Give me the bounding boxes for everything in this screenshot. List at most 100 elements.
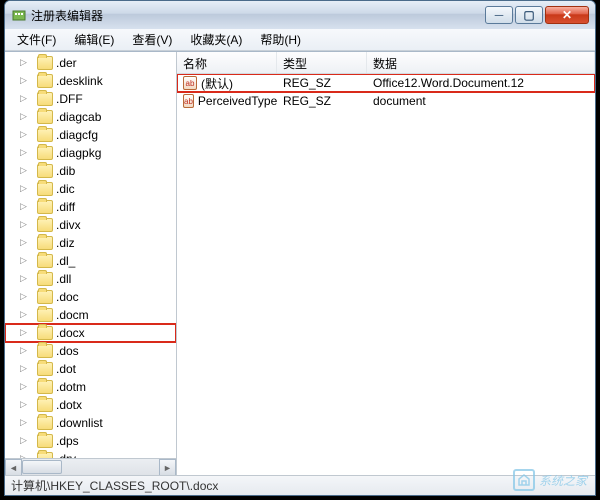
tree-item[interactable]: ▷.diff <box>5 198 176 216</box>
tree-item[interactable]: ▷ .docm <box>5 306 176 324</box>
expand-icon[interactable]: ▷ <box>20 219 32 231</box>
col-data[interactable]: 数据 <box>367 52 595 73</box>
expand-icon[interactable]: ▷ <box>20 57 32 69</box>
expand-icon[interactable]: ▷ <box>20 327 32 339</box>
expand-icon[interactable]: ▷ <box>20 381 32 393</box>
tree-item-label: .diagcfg <box>56 128 98 142</box>
expand-icon[interactable]: ▷ <box>20 75 32 87</box>
values-pane: 名称 类型 数据 ab(默认)REG_SZOffice12.Word.Docum… <box>177 52 595 475</box>
tree-item[interactable]: ▷.desklink <box>5 72 176 90</box>
status-bar: 计算机\HKEY_CLASSES_ROOT\.docx <box>5 475 595 495</box>
tree-item[interactable]: ▷.drv <box>5 450 176 458</box>
value-name: PerceivedType <box>198 94 277 108</box>
expand-icon[interactable]: ▷ <box>20 201 32 213</box>
expand-icon[interactable]: ▷ <box>20 291 32 303</box>
tree-item[interactable]: ▷.diz <box>5 234 176 252</box>
expand-icon[interactable]: ▷ <box>20 435 32 447</box>
tree-item-label: .dic <box>56 182 75 196</box>
horizontal-scrollbar[interactable]: ◄ ► <box>5 458 176 475</box>
tree-item-label: .dotm <box>56 380 86 394</box>
value-type: REG_SZ <box>277 76 367 90</box>
value-data: Office12.Word.Document.12 <box>367 76 595 90</box>
expand-icon[interactable]: ▷ <box>20 165 32 177</box>
tree-item[interactable]: ▷.dos <box>5 342 176 360</box>
title-bar[interactable]: 注册表编辑器 ─ ▢ ✕ <box>5 1 595 29</box>
tree-item[interactable]: ▷ .diagcfg <box>5 126 176 144</box>
folder-icon <box>37 362 53 376</box>
minimize-button[interactable]: ─ <box>485 6 513 24</box>
folder-icon <box>37 74 53 88</box>
expand-icon[interactable]: ▷ <box>20 93 32 105</box>
folder-icon <box>37 128 53 142</box>
tree-item[interactable]: ▷.diagpkg <box>5 144 176 162</box>
expand-icon[interactable]: ▷ <box>20 273 32 285</box>
tree-pane: ▷.der▷.desklink▷.DFF▷.diagcab▷.diagcfg▷.… <box>5 52 177 475</box>
tree-item-label: .divx <box>56 218 81 232</box>
tree-item[interactable]: ▷ .dll <box>5 270 176 288</box>
folder-icon <box>37 272 53 286</box>
tree-item[interactable]: ▷.diagcab <box>5 108 176 126</box>
tree-item[interactable]: ▷ .dic <box>5 180 176 198</box>
expand-icon[interactable]: ▷ <box>20 417 32 429</box>
maximize-button[interactable]: ▢ <box>515 6 543 24</box>
expand-icon[interactable]: ▷ <box>20 147 32 159</box>
folder-icon <box>37 380 53 394</box>
folder-icon <box>37 290 53 304</box>
folder-icon <box>37 92 53 106</box>
value-row[interactable]: ab(默认)REG_SZOffice12.Word.Document.12 <box>177 74 595 92</box>
col-type[interactable]: 类型 <box>277 52 367 73</box>
menu-file[interactable]: 文件(F) <box>9 29 64 50</box>
expand-icon[interactable]: ▷ <box>20 129 32 141</box>
folder-icon <box>37 110 53 124</box>
expand-icon[interactable]: ▷ <box>20 399 32 411</box>
scroll-thumb[interactable] <box>22 460 62 474</box>
tree-item[interactable]: ▷.dotx <box>5 396 176 414</box>
close-button[interactable]: ✕ <box>545 6 589 24</box>
tree-item[interactable]: ▷.dib <box>5 162 176 180</box>
tree-item[interactable]: ▷ .doc <box>5 288 176 306</box>
menu-favorites[interactable]: 收藏夹(A) <box>182 29 250 50</box>
tree-item-label: .dot <box>56 362 76 376</box>
tree-item[interactable]: ▷ .docx <box>5 324 176 342</box>
expand-icon[interactable]: ▷ <box>20 111 32 123</box>
folder-icon <box>37 182 53 196</box>
expand-icon[interactable]: ▷ <box>20 237 32 249</box>
scroll-left-button[interactable]: ◄ <box>5 459 22 475</box>
tree-item-label: .dll <box>56 272 71 286</box>
expand-icon[interactable]: ▷ <box>20 363 32 375</box>
status-path: 计算机\HKEY_CLASSES_ROOT\.docx <box>11 477 218 494</box>
scroll-right-button[interactable]: ► <box>159 459 176 475</box>
column-header: 名称 类型 数据 <box>177 52 595 74</box>
values-list[interactable]: ab(默认)REG_SZOffice12.Word.Document.12abP… <box>177 74 595 475</box>
menu-edit[interactable]: 编辑(E) <box>66 29 122 50</box>
tree-item[interactable]: ▷.downlist <box>5 414 176 432</box>
registry-tree[interactable]: ▷.der▷.desklink▷.DFF▷.diagcab▷.diagcfg▷.… <box>5 52 176 458</box>
tree-item-label: .docx <box>56 326 85 340</box>
tree-item-label: .docm <box>56 308 89 322</box>
tree-item[interactable]: ▷.der <box>5 54 176 72</box>
tree-item[interactable]: ▷.dps <box>5 432 176 450</box>
tree-item[interactable]: ▷ .divx <box>5 216 176 234</box>
folder-icon <box>37 398 53 412</box>
value-row[interactable]: abPerceivedTypeREG_SZdocument <box>177 92 595 110</box>
tree-item[interactable]: ▷.DFF <box>5 90 176 108</box>
folder-icon <box>37 164 53 178</box>
tree-item[interactable]: ▷ .dotm <box>5 378 176 396</box>
expand-icon[interactable]: ▷ <box>20 255 32 267</box>
folder-icon <box>37 236 53 250</box>
folder-icon <box>37 326 53 340</box>
col-name[interactable]: 名称 <box>177 52 277 73</box>
folder-icon <box>37 434 53 448</box>
tree-item-label: .doc <box>56 290 79 304</box>
tree-item[interactable]: ▷ .dot <box>5 360 176 378</box>
folder-icon <box>37 56 53 70</box>
expand-icon[interactable]: ▷ <box>20 345 32 357</box>
tree-item[interactable]: ▷.dl_ <box>5 252 176 270</box>
folder-icon <box>37 200 53 214</box>
menu-help[interactable]: 帮助(H) <box>252 29 309 50</box>
expand-icon[interactable]: ▷ <box>20 183 32 195</box>
expand-icon[interactable]: ▷ <box>20 309 32 321</box>
value-data: document <box>367 94 595 108</box>
menu-view[interactable]: 查看(V) <box>124 29 180 50</box>
menu-bar: 文件(F) 编辑(E) 查看(V) 收藏夹(A) 帮助(H) <box>5 29 595 51</box>
